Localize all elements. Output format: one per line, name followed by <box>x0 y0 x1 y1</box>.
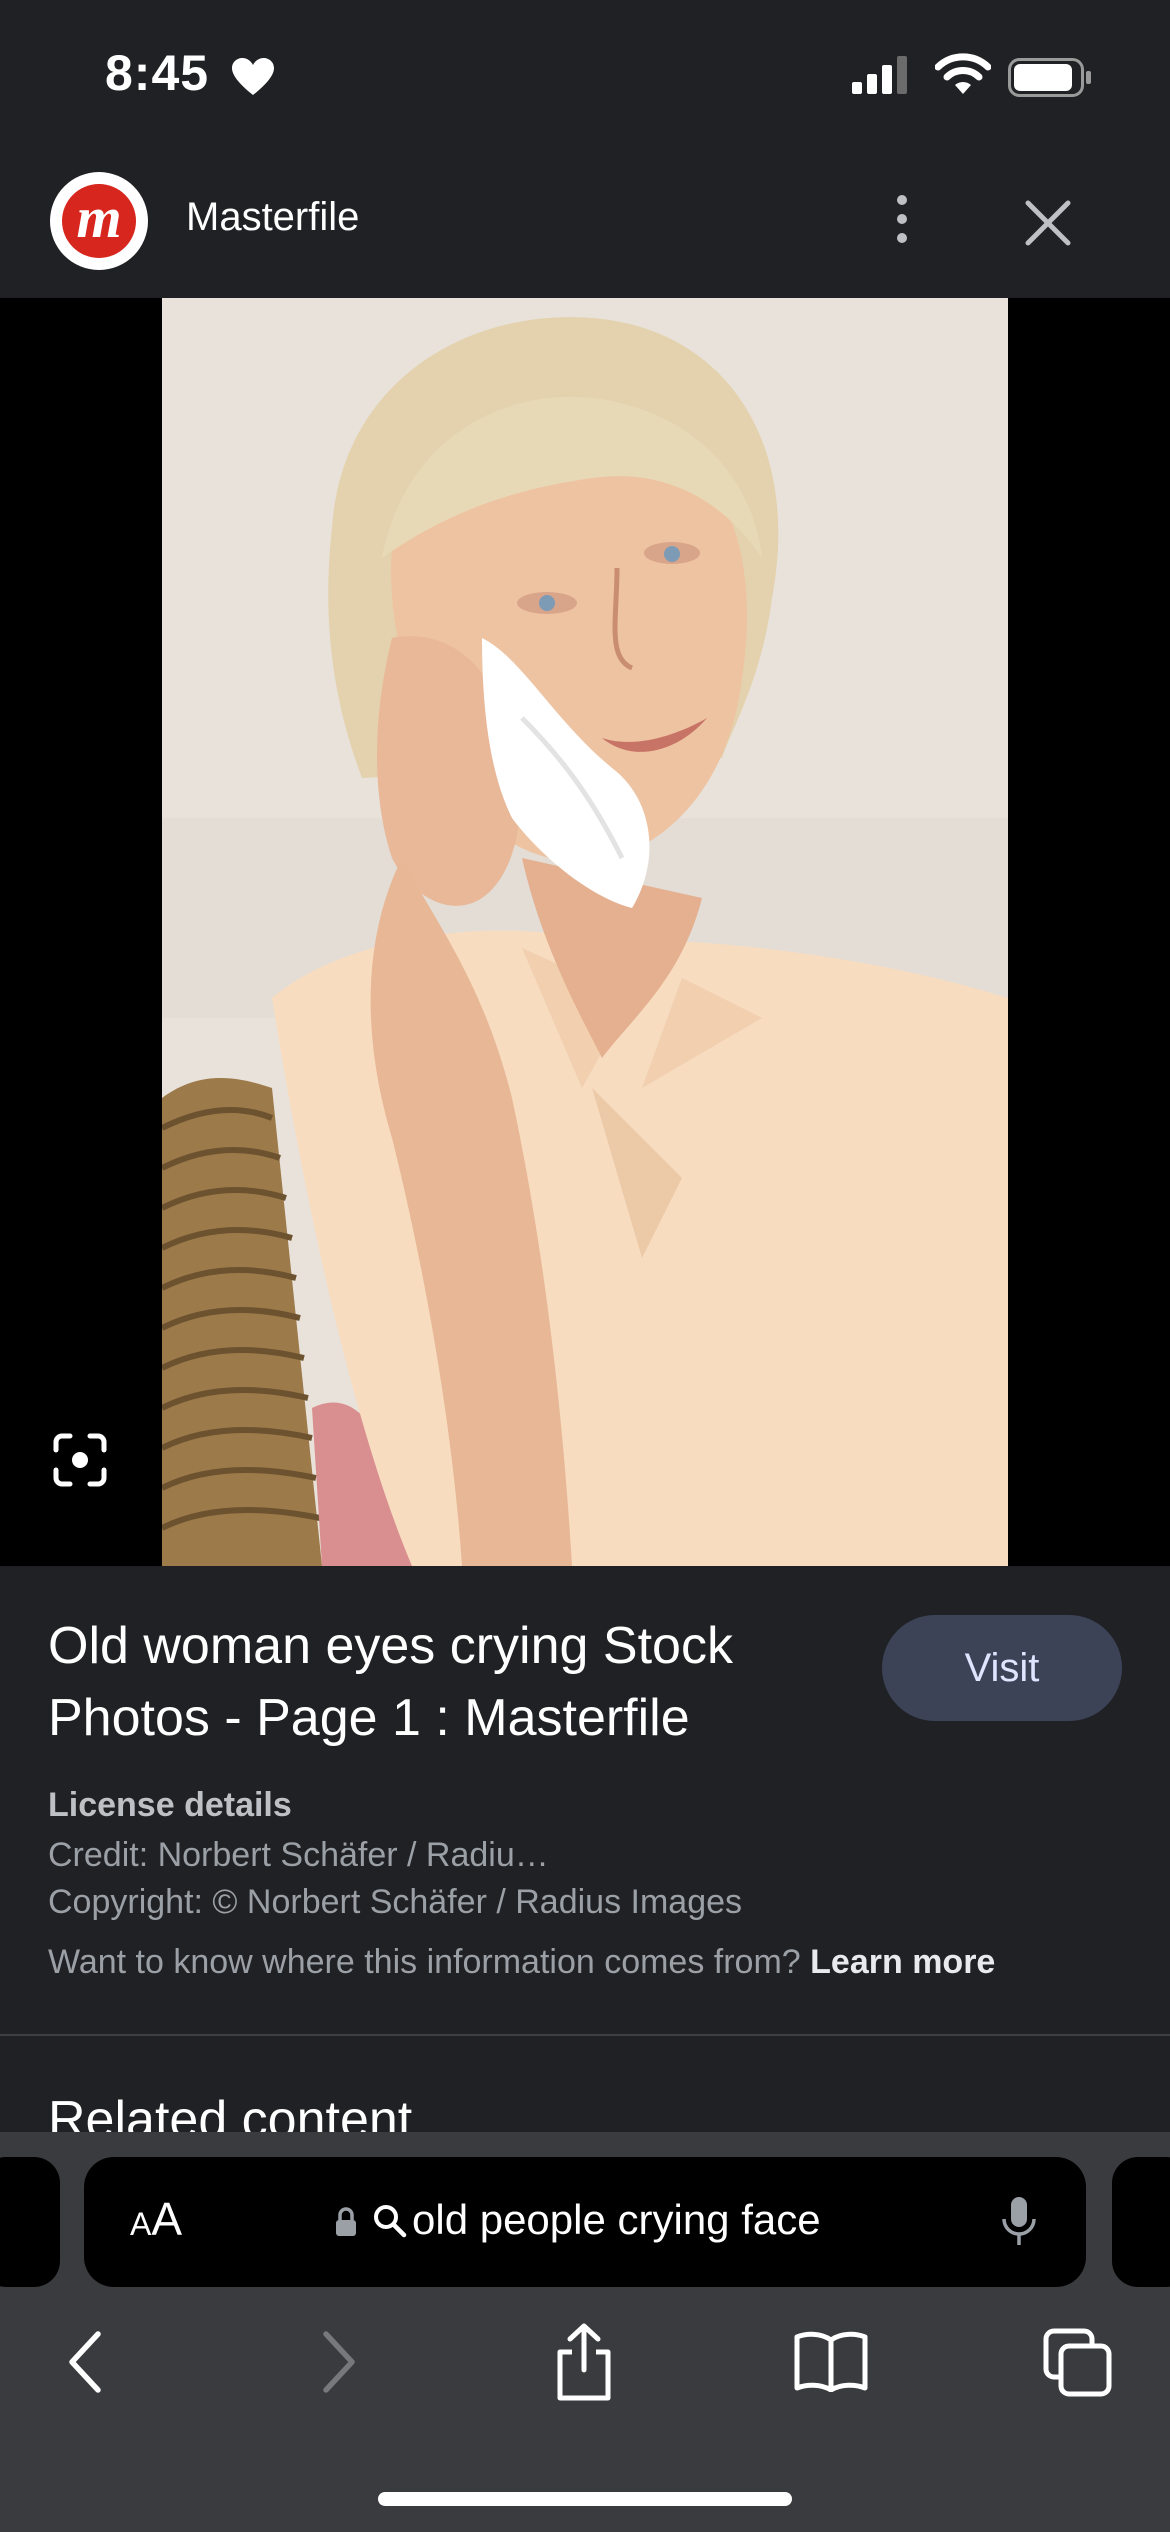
photo-illustration <box>162 298 1008 1566</box>
site-name[interactable]: Masterfile <box>186 195 359 240</box>
lock-icon <box>336 2207 356 2236</box>
tabs-icon[interactable] <box>1043 2328 1113 2398</box>
back-icon[interactable] <box>66 2330 106 2394</box>
license-credit: Credit: Norbert Schäfer / Radiu… <box>48 1836 549 1874</box>
previous-tab-preview[interactable] <box>0 2157 60 2287</box>
home-indicator[interactable] <box>378 2492 792 2506</box>
result-title[interactable]: Old woman eyes crying Stock Photos - Pag… <box>48 1610 828 1754</box>
search-query-text[interactable]: old people crying face <box>412 2196 821 2244</box>
more-options-icon[interactable] <box>880 190 924 250</box>
source-header <box>0 150 1170 298</box>
next-tab-preview[interactable] <box>1112 2157 1170 2287</box>
forward-icon[interactable] <box>318 2330 358 2394</box>
text-size-button[interactable]: AA <box>130 2192 182 2246</box>
text-size-large: A <box>151 2193 183 2245</box>
site-logo[interactable]: m <box>50 172 148 270</box>
text-size-small: A <box>130 2206 152 2242</box>
cellular-signal-icon <box>852 56 907 94</box>
wifi-icon <box>935 53 991 94</box>
heart-icon <box>232 58 274 95</box>
license-heading: License details <box>48 1786 292 1824</box>
microphone-icon[interactable] <box>999 2195 1039 2251</box>
divider <box>0 2034 1170 2036</box>
google-lens-icon[interactable] <box>52 1432 108 1488</box>
close-icon[interactable] <box>1020 195 1076 251</box>
share-icon[interactable] <box>552 2322 616 2402</box>
bookmarks-icon[interactable] <box>793 2330 869 2392</box>
result-image[interactable] <box>162 298 1008 1566</box>
status-time: 8:45 <box>105 45 210 101</box>
visit-button[interactable]: Visit <box>882 1615 1122 1721</box>
masterfile-logo-icon: m <box>62 184 136 258</box>
license-copyright: Copyright: © Norbert Schäfer / Radius Im… <box>48 1883 743 1921</box>
learn-more-link[interactable]: Learn more <box>810 1943 995 1981</box>
info-source-text: Want to know where this information come… <box>48 1943 995 1982</box>
battery-icon <box>1008 58 1091 97</box>
info-question: Want to know where this information come… <box>48 1943 801 1981</box>
search-icon <box>374 2205 407 2238</box>
